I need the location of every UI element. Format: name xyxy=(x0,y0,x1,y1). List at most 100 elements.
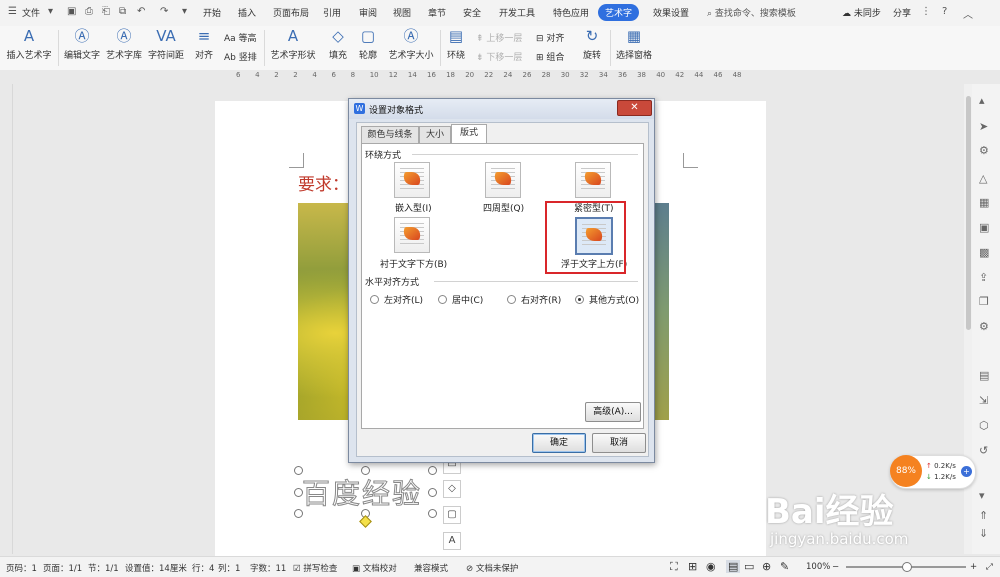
layout-icon[interactable]: ▤ xyxy=(979,369,989,382)
wrap-tight-option[interactable] xyxy=(575,162,611,198)
spell-check-button[interactable]: ☑ 拼写检查 xyxy=(293,562,337,574)
tab-size[interactable]: 大小 xyxy=(419,126,451,143)
rotate-button[interactable]: ↻ 旋转 xyxy=(580,26,604,61)
wrap-inline-option[interactable] xyxy=(394,162,430,198)
float-outline-icon[interactable]: ▢ xyxy=(443,506,461,524)
edit-text-button[interactable]: Ⓐ 编辑文字 xyxy=(64,26,100,61)
ok-button[interactable]: 确定 xyxy=(532,433,586,453)
export-pdf-icon[interactable]: ⇲ xyxy=(979,394,988,407)
collapse-ribbon-icon[interactable]: ︿ xyxy=(963,6,973,21)
redo-icon[interactable]: ↷ xyxy=(160,6,168,17)
print-preview-icon[interactable]: ⎙ xyxy=(85,6,93,17)
halign-left-radio[interactable]: 左对齐(L) xyxy=(370,293,423,306)
wordart-text[interactable]: 百度经验 xyxy=(301,472,422,512)
float-fill-icon[interactable]: ◇ xyxy=(443,480,461,498)
scroll-down-icon[interactable]: ⇓ xyxy=(979,527,988,540)
status-pages[interactable]: 页面：1/1 xyxy=(43,562,82,574)
tab-home[interactable]: 开始 xyxy=(203,6,221,19)
style-icon[interactable]: △ xyxy=(979,172,987,185)
resize-handle[interactable] xyxy=(294,466,303,475)
resize-handle[interactable] xyxy=(428,509,437,518)
arrow-down-icon[interactable]: ▾ xyxy=(979,489,985,502)
equal-height-button[interactable]: Aa 等高 xyxy=(224,31,257,44)
pointer-icon[interactable]: ➤ xyxy=(979,120,988,133)
resize-handle[interactable] xyxy=(294,488,303,497)
page-view-icon[interactable]: ▤ xyxy=(726,560,741,573)
undo-icon[interactable]: ↶ xyxy=(137,6,145,17)
tab-color-line[interactable]: 颜色与线条 xyxy=(361,126,419,143)
properties-icon[interactable]: ⚙ xyxy=(979,144,989,157)
float-text-icon[interactable]: A xyxy=(443,532,461,550)
wrap-behind-option[interactable] xyxy=(394,217,430,253)
vertical-ruler[interactable] xyxy=(0,84,13,554)
resize-handle[interactable] xyxy=(361,466,370,475)
char-spacing-button[interactable]: VA 字符间距 xyxy=(148,26,184,61)
wordart-shape-button[interactable]: A 艺术字形状 xyxy=(270,26,316,61)
status-page-number[interactable]: 页码：1 xyxy=(6,562,37,574)
history-icon[interactable]: ↺ xyxy=(979,444,988,457)
settings-icon[interactable]: ⚙ xyxy=(979,320,989,333)
halign-right-radio[interactable]: 右对齐(R) xyxy=(507,293,561,306)
group-button[interactable]: ⊞ 组合 xyxy=(536,50,564,63)
resize-handle[interactable] xyxy=(428,488,437,497)
copy-icon[interactable]: ❐ xyxy=(979,295,989,308)
dialog-titlebar[interactable]: W 设置对象格式 ✕ xyxy=(349,99,654,119)
status-row[interactable]: 行：4 xyxy=(192,562,214,574)
tab-layout[interactable]: 版式 xyxy=(451,124,487,144)
fit-icon[interactable]: ⛶ xyxy=(670,560,678,574)
book-view-icon[interactable]: ▭ xyxy=(744,560,754,573)
wordart-size-button[interactable]: Ⓐ 艺术字大小 xyxy=(388,26,434,61)
vertical-text-button[interactable]: Ab 竖排 xyxy=(224,50,257,63)
sync-status[interactable]: ☁ 未同步 xyxy=(842,6,881,19)
tab-security[interactable]: 安全 xyxy=(463,6,481,19)
status-setting[interactable]: 设置值：14厘米 xyxy=(125,562,187,574)
tab-page-layout[interactable]: 页面布局 xyxy=(273,6,309,19)
shield-icon[interactable]: ⬡ xyxy=(979,419,989,432)
wordart-library-button[interactable]: Ⓐ 艺术字库 xyxy=(106,26,142,61)
wrap-square-option[interactable] xyxy=(485,162,521,198)
arrow-up-icon[interactable]: ▴ xyxy=(979,94,985,107)
grid-icon[interactable]: ▩ xyxy=(979,246,989,259)
status-words[interactable]: 字数：11 xyxy=(250,562,286,574)
share-button[interactable]: 分享 xyxy=(893,6,911,19)
selection-pane-button[interactable]: ▦ 选择窗格 xyxy=(616,26,652,61)
insert-wordart-button[interactable]: A 插入艺术字 xyxy=(6,26,52,61)
close-icon[interactable]: ✕ xyxy=(617,100,652,116)
wrap-button[interactable]: ▤ 环绕 xyxy=(444,26,468,61)
save-icon[interactable]: ▣ xyxy=(67,6,76,17)
help-icon[interactable]: ? xyxy=(942,6,947,17)
tab-developer[interactable]: 开发工具 xyxy=(499,6,535,19)
status-section[interactable]: 节：1/1 xyxy=(88,562,119,574)
status-col[interactable]: 列：1 xyxy=(218,562,240,574)
scrollbar-thumb[interactable] xyxy=(966,96,971,330)
fill-button[interactable]: ◇ 填充 xyxy=(326,26,350,61)
bring-forward-button[interactable]: ⇞ 上移一层 xyxy=(476,31,522,44)
file-menu[interactable]: 文件 xyxy=(22,6,40,19)
scroll-up-icon[interactable]: ⇑ xyxy=(979,509,988,522)
more-icon[interactable]: ▾ xyxy=(182,6,187,17)
outline-view-icon[interactable]: ⊞ xyxy=(688,560,697,573)
align-objects-button[interactable]: ⊟ 对齐 xyxy=(536,31,564,44)
hamburger-icon[interactable]: ☰ xyxy=(8,6,17,17)
tab-review[interactable]: 审阅 xyxy=(359,6,377,19)
cancel-button[interactable]: 取消 xyxy=(592,433,646,453)
tab-wordart[interactable]: 艺术字 xyxy=(598,4,640,21)
horizontal-ruler[interactable]: 6 4 2 2 4 6 8 10 12 14 16 18 20 22 24 26 28 30 32 34 36 38 40 4… xyxy=(0,70,1000,84)
zoom-out-icon[interactable]: − xyxy=(832,562,839,572)
zoom-level[interactable]: 100% xyxy=(806,562,830,572)
tab-insert[interactable]: 插入 xyxy=(238,6,256,19)
chevron-down-icon[interactable]: ▾ xyxy=(48,6,53,17)
eye-icon[interactable]: ◉ xyxy=(706,560,716,573)
tab-reference[interactable]: 引用 xyxy=(323,6,341,19)
resize-handle[interactable] xyxy=(428,466,437,475)
fullscreen-icon[interactable]: ⤢ xyxy=(986,562,993,572)
tab-effects[interactable]: 效果设置 xyxy=(653,6,689,19)
print-icon[interactable]: ⎗ xyxy=(102,6,110,17)
tab-features[interactable]: 特色应用 xyxy=(553,6,589,19)
image-icon[interactable]: ▣ xyxy=(979,221,989,234)
compat-mode[interactable]: 兼容模式 xyxy=(414,562,448,574)
zoom-in-icon[interactable]: + xyxy=(970,562,977,572)
halign-other-radio[interactable]: 其他方式(O) xyxy=(575,293,639,306)
export-icon[interactable]: ⧉ xyxy=(119,6,126,17)
table-icon[interactable]: ▦ xyxy=(979,196,989,209)
